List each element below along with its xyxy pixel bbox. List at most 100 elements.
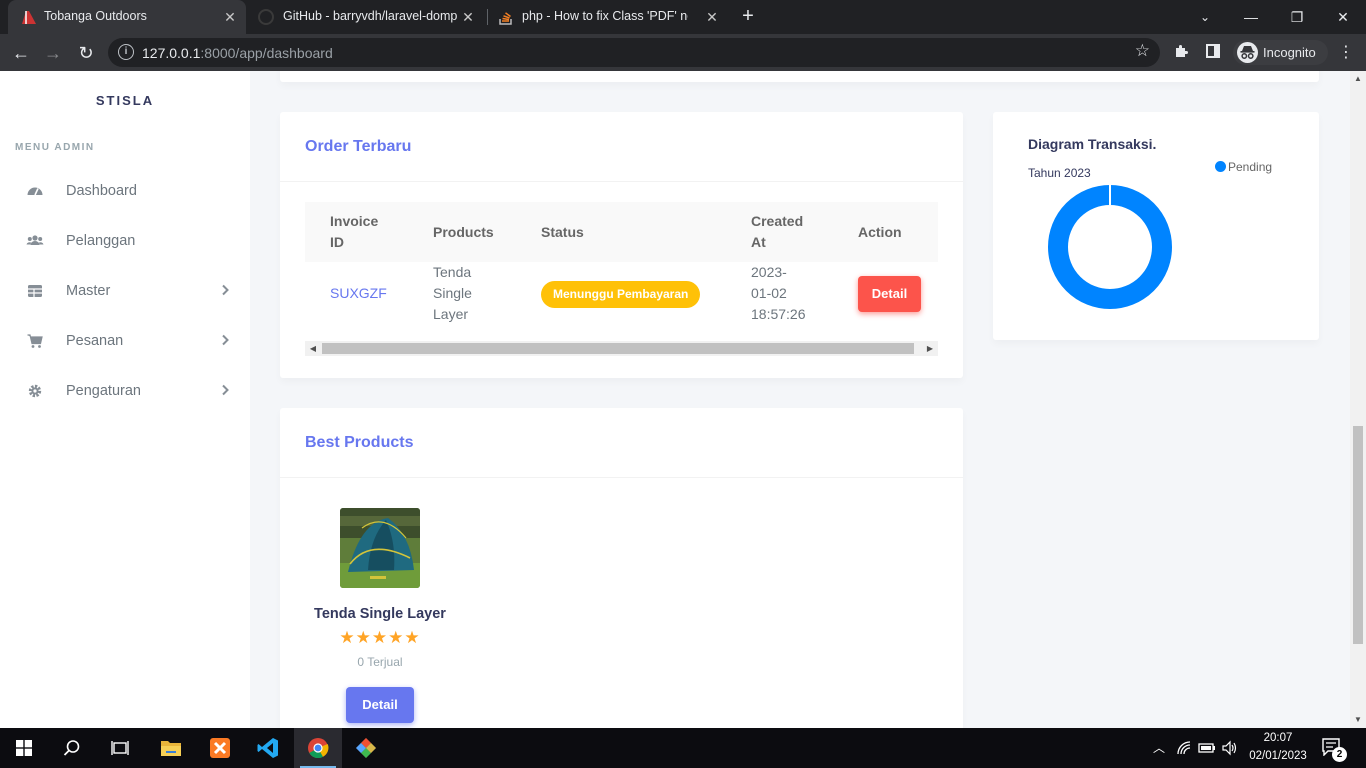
sidebar-item-pelanggan[interactable]: Pelanggan xyxy=(0,221,250,261)
sidebar-item-dashboard[interactable]: Dashboard xyxy=(0,171,250,211)
legend-dot-icon xyxy=(1215,161,1226,172)
new-tab-button[interactable]: + xyxy=(737,5,759,27)
tab-title: GitHub - barryvdh/laravel-dompc xyxy=(283,9,457,23)
product-sold-count: 0 Terjual xyxy=(357,655,403,669)
bookmark-star-icon[interactable]: ☆ xyxy=(1135,41,1150,61)
table-horizontal-scrollbar[interactable]: ◀ ▶ xyxy=(305,341,938,356)
sidebar-item-pengaturan[interactable]: Pengaturan xyxy=(0,371,250,411)
show-hidden-icons-icon[interactable]: ︿ xyxy=(1152,741,1166,755)
recent-orders-card: Order Terbaru Invoice ID Products Status … xyxy=(280,112,963,378)
table-icon xyxy=(28,285,42,297)
scroll-up-arrow-icon[interactable]: ▲ xyxy=(1353,74,1363,84)
wifi-icon[interactable] xyxy=(1176,740,1192,756)
product-detail-button[interactable]: Detail xyxy=(346,687,414,723)
browser-tab-strip: Tobanga Outdoors ✕ GitHub - barryvdh/lar… xyxy=(0,0,1366,34)
sidebar-item-master[interactable]: Master xyxy=(0,271,250,311)
cart-icon xyxy=(27,334,43,348)
start-windows-icon[interactable] xyxy=(0,728,48,768)
created-at-cell: 2023- 01-02 18:57:26 xyxy=(751,264,806,322)
sidebar-item-label: Master xyxy=(66,283,111,299)
url-text[interactable]: 127.0.0.1:8000/app/dashboard xyxy=(142,45,333,61)
clock-date[interactable]: 02/01/2023 xyxy=(1246,750,1310,762)
chart-title: Diagram Transaksi. xyxy=(1028,136,1157,152)
sidebar-item-label: Pesanan xyxy=(66,333,124,349)
column-header-status: Status xyxy=(541,224,584,240)
stackoverflow-favicon-icon xyxy=(499,12,512,25)
minimize-button[interactable]: — xyxy=(1228,0,1274,34)
scroll-down-arrow-icon[interactable]: ▼ xyxy=(1353,715,1363,725)
column-header-action: Action xyxy=(858,224,902,240)
task-view-icon[interactable] xyxy=(96,728,144,768)
tab-search-icon[interactable]: ⌄ xyxy=(1182,0,1228,34)
close-tab-icon[interactable]: ✕ xyxy=(460,9,476,25)
site-info-icon[interactable]: i xyxy=(118,44,134,60)
chevron-right-icon xyxy=(222,384,229,396)
page-vertical-scrollbar[interactable]: ▲ ▼ xyxy=(1350,71,1366,728)
tent-favicon-icon xyxy=(22,11,36,24)
product-rating: ★★★★★ xyxy=(339,628,421,647)
close-tab-icon[interactable]: ✕ xyxy=(704,9,720,25)
incognito-icon xyxy=(1237,42,1258,63)
transaction-chart-card: Diagram Transaksi. Tahun 2023 Pending xyxy=(993,112,1319,340)
tab-github[interactable]: GitHub - barryvdh/laravel-dompc ✕ xyxy=(248,0,484,34)
scroll-right-arrow-icon[interactable]: ▶ xyxy=(925,343,935,354)
status-badge: Menunggu Pembayaran xyxy=(541,281,701,308)
scroll-left-arrow-icon[interactable]: ◀ xyxy=(308,343,318,354)
incognito-profile-button[interactable]: Incognito xyxy=(1233,40,1328,65)
dashboard-icon xyxy=(27,187,43,196)
github-favicon-icon xyxy=(258,9,274,25)
sidebar-item-label: Pengaturan xyxy=(66,383,141,399)
address-bar[interactable]: i 127.0.0.1:8000/app/dashboard ☆ xyxy=(108,38,1160,67)
card-title: Order Terbaru xyxy=(305,138,412,155)
chevron-right-icon xyxy=(222,334,229,346)
order-detail-button[interactable]: Detail xyxy=(858,276,921,312)
windows-taskbar: ︿ 20:07 02/01/2023 2 xyxy=(0,728,1366,768)
product-name: Tenda Single Layer xyxy=(314,606,446,622)
tab-tobanga-outdoors[interactable]: Tobanga Outdoors ✕ xyxy=(8,0,246,34)
tab-title: php - How to fix Class 'PDF' not f xyxy=(522,9,688,23)
sidebar-item-pesanan[interactable]: Pesanan xyxy=(0,321,250,361)
file-explorer-icon[interactable] xyxy=(147,728,195,768)
search-icon[interactable] xyxy=(48,728,96,768)
close-window-button[interactable]: ✕ xyxy=(1320,0,1366,34)
tab-stackoverflow[interactable]: php - How to fix Class 'PDF' not f ✕ xyxy=(488,0,728,34)
page-viewport: STISLA MENU ADMIN Dashboard Pelanggan Ma… xyxy=(0,71,1366,728)
xampp-icon[interactable] xyxy=(196,728,244,768)
donut-slice-pending[interactable] xyxy=(1048,185,1172,309)
scrollbar-thumb[interactable] xyxy=(1353,426,1363,644)
restore-button[interactable]: ❐ xyxy=(1274,0,1320,34)
profile-label: Incognito xyxy=(1263,45,1316,60)
chart-legend-item[interactable]: Pending xyxy=(1215,160,1272,174)
menu-header: MENU ADMIN xyxy=(15,142,95,153)
scrollbar-thumb[interactable] xyxy=(322,343,914,354)
product-cell: Tenda Single Layer xyxy=(433,264,472,322)
product-image[interactable] xyxy=(340,508,420,588)
battery-icon[interactable] xyxy=(1198,741,1216,755)
notification-count-badge: 2 xyxy=(1332,747,1347,762)
summary-card xyxy=(280,71,1319,82)
browser-menu-icon[interactable]: ⋮ xyxy=(1336,43,1356,63)
side-panel-icon[interactable] xyxy=(1203,43,1223,63)
sidebar: STISLA MENU ADMIN Dashboard Pelanggan Ma… xyxy=(0,71,250,728)
close-tab-icon[interactable]: ✕ xyxy=(222,9,238,25)
transaction-donut-chart xyxy=(1048,185,1172,309)
volume-icon[interactable] xyxy=(1221,740,1239,756)
clock-time[interactable]: 20:07 xyxy=(1246,732,1310,744)
column-header-products: Products xyxy=(433,224,494,240)
git-tool-icon[interactable] xyxy=(342,728,390,768)
forward-arrow-icon[interactable]: → xyxy=(41,41,65,65)
reload-icon[interactable]: ↻ xyxy=(74,41,98,65)
sidebar-item-label: Dashboard xyxy=(66,183,137,199)
browser-toolbar: ← → ↻ i 127.0.0.1:8000/app/dashboard ☆ I… xyxy=(0,34,1366,71)
invoice-link[interactable]: SUXGZF xyxy=(330,283,387,304)
column-header-invoice: Invoice ID xyxy=(330,213,379,250)
chevron-right-icon xyxy=(222,284,229,296)
chrome-taskbar-icon[interactable] xyxy=(294,728,342,768)
extensions-puzzle-icon[interactable] xyxy=(1171,43,1191,63)
vscode-icon[interactable] xyxy=(244,728,292,768)
back-arrow-icon[interactable]: ← xyxy=(9,41,33,65)
tab-title: Tobanga Outdoors xyxy=(44,9,147,23)
brand-logo[interactable]: STISLA xyxy=(0,93,250,108)
product-item: Tenda Single Layer ★★★★★ 0 Terjual Detai… xyxy=(280,508,480,728)
notification-center-button[interactable]: 2 xyxy=(1322,738,1350,762)
